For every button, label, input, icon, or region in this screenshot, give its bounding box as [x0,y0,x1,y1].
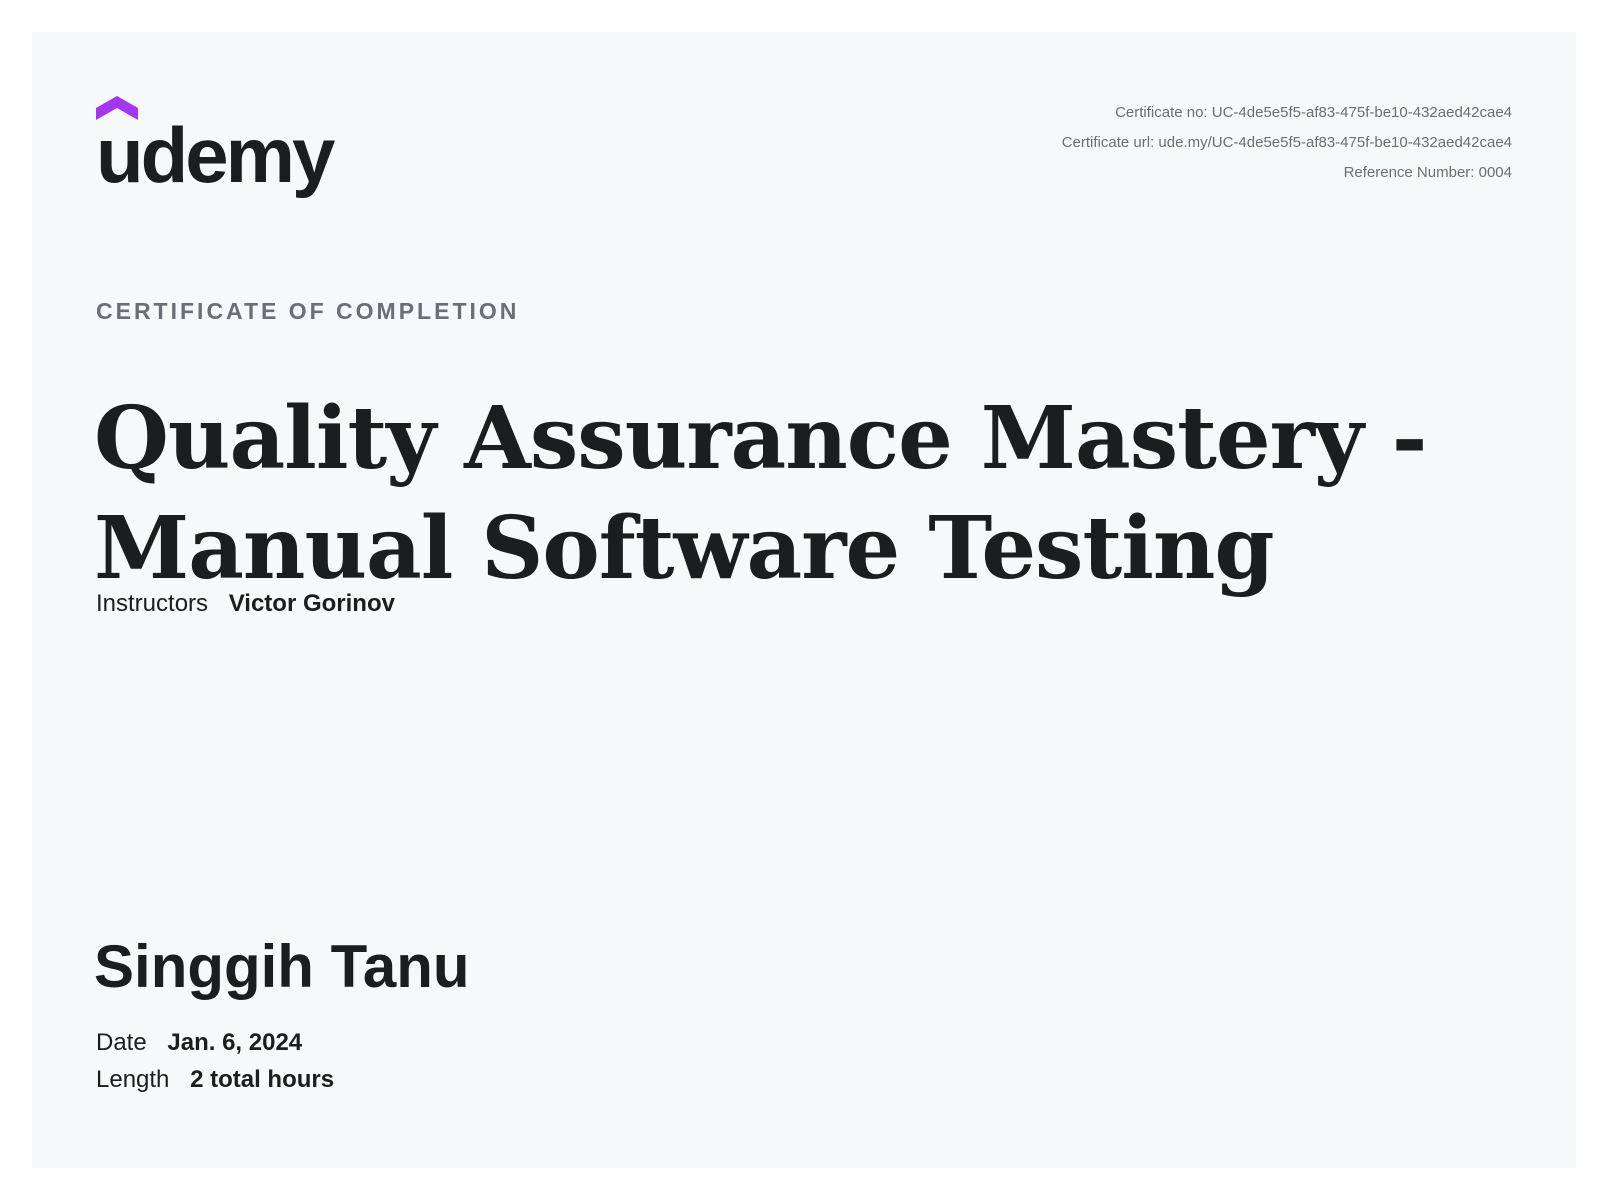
certificate-details: Date Jan. 6, 2024 Length 2 total hours [96,1024,334,1098]
instructors-label: Instructors [96,590,209,617]
course-title: Quality Assurance Mastery - Manual Softw… [94,388,1428,599]
certificate-card: udemy Certificate no: UC-4de5e5f5-af83-4… [32,32,1576,1168]
length-label: Length [96,1066,170,1093]
date-label: Date [96,1029,147,1056]
certificate-number: Certificate no: UC-4de5e5f5-af83-475f-be… [1115,104,1512,121]
date-row: Date Jan. 6, 2024 [96,1024,334,1061]
date-value: Jan. 6, 2024 [167,1029,303,1056]
instructors-line: Instructors Victor Gorinov [96,590,395,618]
recipient-name: Singgih Tanu [94,933,470,1000]
certificate-overline: CERTIFICATE OF COMPLETION [96,298,520,324]
certificate-meta: Certificate no: UC-4de5e5f5-af83-475f-be… [1062,98,1512,188]
logo-wordmark: udemy [96,111,335,199]
certificate-url: Certificate url: ude.my/UC-4de5e5f5-af83… [1061,134,1512,151]
udemy-logo: udemy [96,96,396,236]
length-row: Length 2 total hours [96,1061,334,1098]
length-value: 2 total hours [190,1066,335,1093]
instructors-name: Victor Gorinov [228,590,395,617]
reference-number: Reference Number: 0004 [1343,164,1512,181]
